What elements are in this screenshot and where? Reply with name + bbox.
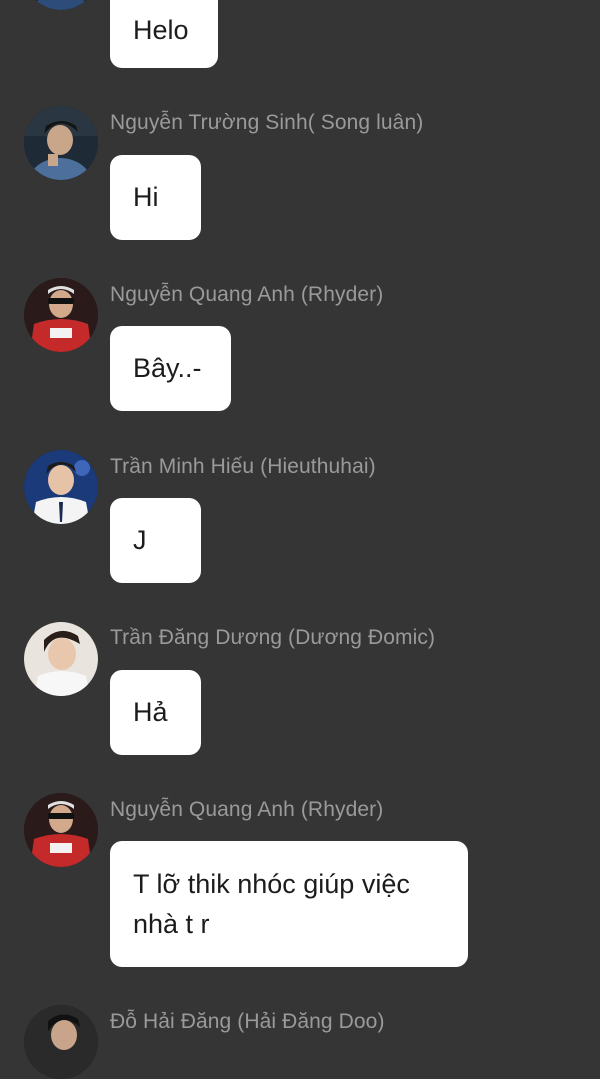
avatar[interactable] (24, 0, 98, 10)
message-bubble[interactable]: Bây..- (110, 326, 231, 411)
sender-name: Nguyễn Trường Sinh( Song luân) (110, 111, 424, 134)
avatar[interactable] (24, 1005, 98, 1079)
message-text: J (133, 525, 147, 555)
message-text: T lỡ thik nhóc giúp việc nhà t r (133, 869, 410, 939)
avatar-photo (24, 0, 98, 10)
avatar[interactable] (24, 793, 98, 867)
message-bubble[interactable]: Hi (110, 155, 201, 240)
avatar-photo (24, 622, 98, 696)
message-text: Hả (133, 697, 168, 727)
avatar-photo (24, 793, 98, 867)
sender-name: Đỗ Hải Đăng (Hải Đăng Doo) (110, 1010, 385, 1033)
sender-name: Trần Đăng Dương (Dương Đomic) (110, 626, 436, 649)
message-text: Bây..- (133, 353, 202, 383)
avatar[interactable] (24, 278, 98, 352)
avatar[interactable] (24, 106, 98, 180)
sender-name: Trần Minh Hiếu (Hieuthuhai) (110, 455, 376, 478)
message-bubble[interactable]: T lỡ thik nhóc giúp việc nhà t r (110, 841, 468, 967)
avatar-photo (24, 450, 98, 524)
avatar-photo (24, 1005, 98, 1079)
sender-name: Nguyễn Quang Anh (Rhyder) (110, 798, 384, 821)
message-bubble[interactable]: Helo (110, 0, 218, 68)
message-bubble[interactable]: Hả (110, 670, 201, 755)
avatar[interactable] (24, 450, 98, 524)
message-text: Hi (133, 182, 159, 212)
avatar-photo (24, 278, 98, 352)
avatar-photo (24, 106, 98, 180)
message-text: Helo (133, 15, 189, 45)
message-bubble[interactable]: J (110, 498, 201, 583)
avatar[interactable] (24, 622, 98, 696)
sender-name: Nguyễn Quang Anh (Rhyder) (110, 283, 384, 306)
